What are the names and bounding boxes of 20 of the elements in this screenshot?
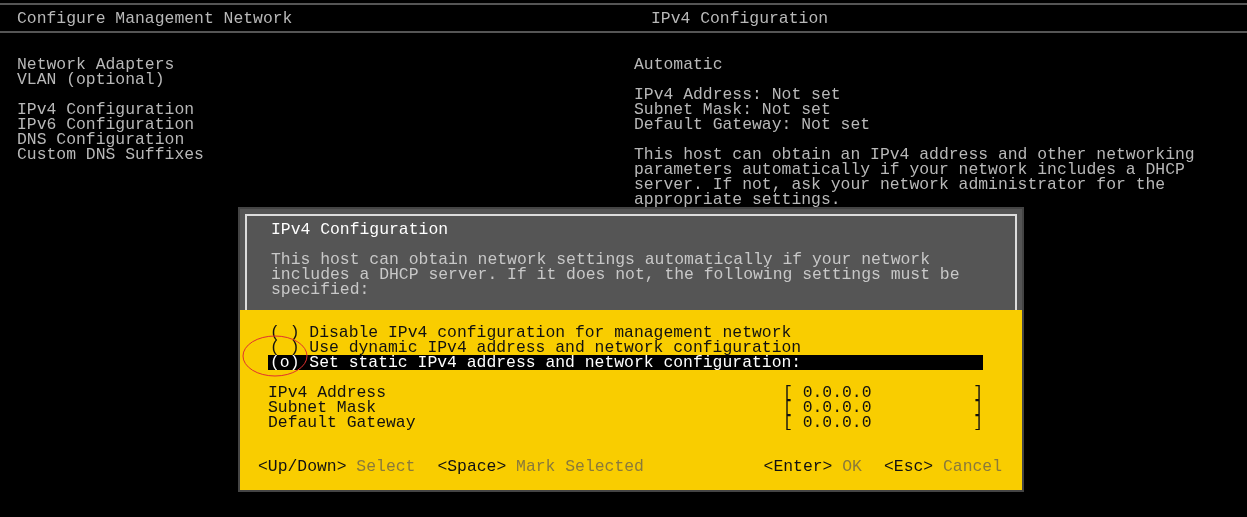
input-field[interactable]: [ 0.0.0.0 ] (783, 385, 983, 400)
radio-option[interactable]: ( ) Disable IPv4 configuration for management network (268, 325, 983, 340)
input-field[interactable]: [ 0.0.0.0 ] (783, 400, 983, 415)
radio-option[interactable]: ( ) Use dynamic IPv4 address and network configuration (268, 340, 983, 355)
key-hint: <Space> Mark Selected (437, 459, 644, 474)
field-label: Subnet Mask (268, 400, 377, 415)
description-text: This host can obtain an IPv4 address and other networking parameters automatically if your network includes a DHCP server. If not, ask your network administrator for the appropriate settings. (634, 147, 1196, 207)
radio-option[interactable]: (o) Set static IPv4 address and network configuration: (268, 355, 983, 370)
dialog-description: This host can obtain network settings automatically if your network includes a DHCP server. If it does not, the following settings must be specified: (271, 252, 961, 297)
input-field[interactable]: [ 0.0.0.0 ] (783, 415, 983, 430)
field-label: Default Gateway (268, 415, 417, 430)
key-hint: <Esc> Cancel (883, 459, 1002, 474)
status-line: Default Gateway: Not set (634, 115, 871, 134)
key-hint: <Up/Down> Select (258, 459, 416, 474)
mode-text: Automatic (634, 55, 723, 74)
key-hint: <Enter> OK (763, 459, 862, 474)
pane-title: Configure Management Network (17, 8, 293, 28)
dialog-title: IPv4 Configuration (271, 220, 449, 239)
field-label: IPv4 Address (268, 385, 388, 400)
pane-title: IPv4 Configuration (651, 8, 829, 28)
